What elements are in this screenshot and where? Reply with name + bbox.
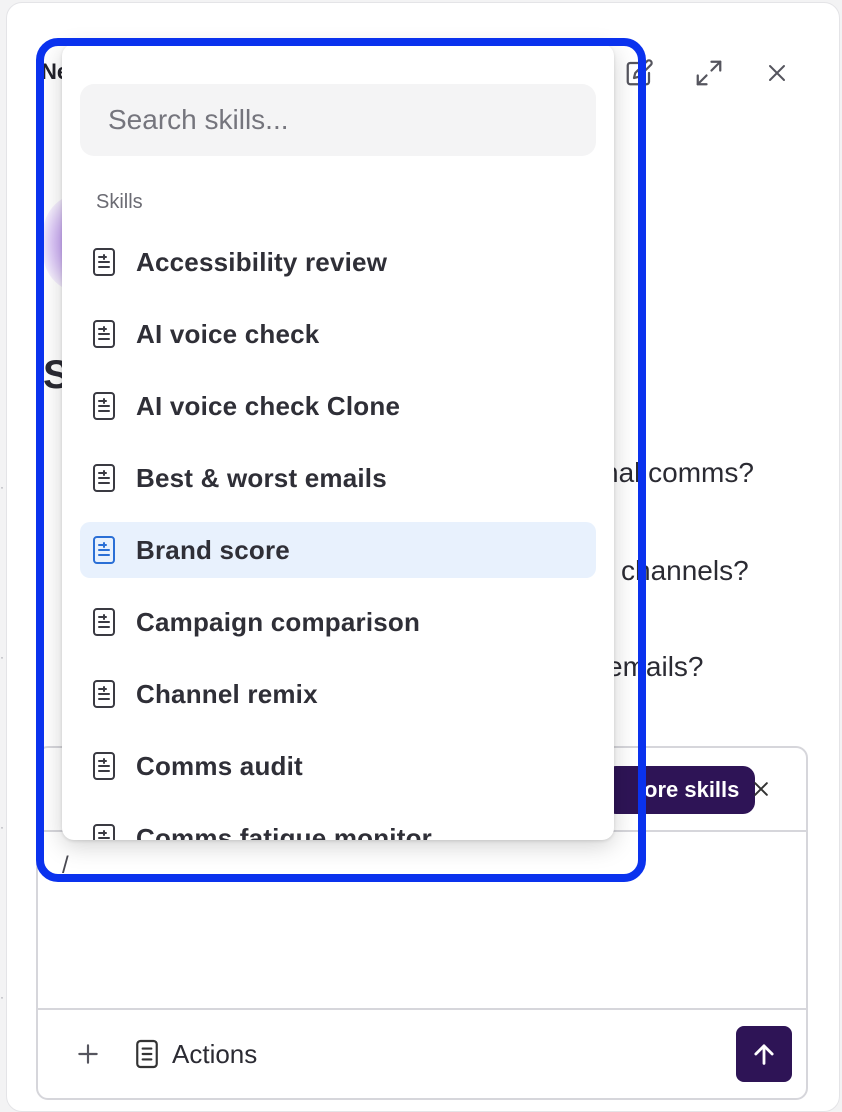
suggestion-3[interactable]: emails? [607, 651, 703, 683]
close-icon [754, 782, 768, 796]
skill-item[interactable]: Channel remix [80, 666, 596, 722]
skills-section-label: Skills [96, 191, 143, 213]
actions-button[interactable]: Actions [134, 1036, 257, 1072]
document-icon [90, 605, 118, 639]
skill-item-label: Best & worst emails [136, 462, 387, 493]
document-icon [90, 749, 118, 783]
skill-item-label: Comms audit [136, 750, 303, 781]
suggestion-2[interactable]: channels? [621, 555, 749, 587]
skill-item[interactable]: Brand score [80, 522, 596, 578]
suggestion-1[interactable]: nal comms? [603, 457, 754, 489]
close-icon [769, 65, 785, 81]
skill-item[interactable]: Best & worst emails [80, 450, 596, 506]
skill-item-label: Campaign comparison [136, 606, 421, 637]
skill-item[interactable]: AI voice check Clone [80, 378, 596, 434]
skill-item-label: Comms fatigue monitor [136, 822, 432, 841]
document-icon [90, 821, 118, 840]
chip-close-button[interactable] [744, 772, 778, 806]
skill-item[interactable]: Comms audit [80, 738, 596, 794]
skill-item-label: Brand score [136, 534, 290, 565]
document-icon [90, 461, 118, 495]
skills-dropdown: Skills Accessibility review AI voice chec… [62, 44, 614, 840]
skill-item-label: AI voice check Clone [136, 390, 401, 421]
skill-item-label: Channel remix [136, 678, 318, 709]
skill-chip[interactable]: ore skills [604, 766, 756, 814]
document-icon [90, 245, 118, 279]
skill-item[interactable]: Accessibility review [80, 234, 596, 290]
skill-chip-label: ore skills [644, 777, 740, 802]
edit-button[interactable] [621, 55, 657, 91]
send-button[interactable] [736, 1026, 792, 1082]
add-attachment-button[interactable] [68, 1034, 108, 1074]
skill-item[interactable]: AI voice check [80, 306, 596, 362]
skill-item-label: AI voice check [136, 318, 320, 349]
document-icon [90, 389, 118, 423]
arrow-up-icon [754, 1044, 774, 1065]
skills-list: Accessibility review AI voice check AI voi… [80, 234, 596, 840]
message-input-value: / [62, 852, 69, 879]
document-icon [90, 317, 118, 351]
edit-icon [626, 59, 653, 86]
document-icon [90, 677, 118, 711]
document-icon [136, 1039, 158, 1069]
skill-item[interactable]: Campaign comparison [80, 594, 596, 650]
expand-icon [696, 60, 722, 86]
skills-search-input[interactable] [80, 84, 596, 156]
message-input[interactable]: / [38, 830, 808, 1010]
actions-label: Actions [172, 1038, 258, 1069]
plus-icon [78, 1044, 98, 1064]
close-panel-button[interactable] [759, 55, 795, 91]
document-icon [90, 533, 118, 567]
expand-button[interactable] [691, 55, 727, 91]
skill-item-label: Accessibility review [136, 246, 388, 277]
skill-item[interactable]: Comms fatigue monitor [80, 810, 596, 840]
